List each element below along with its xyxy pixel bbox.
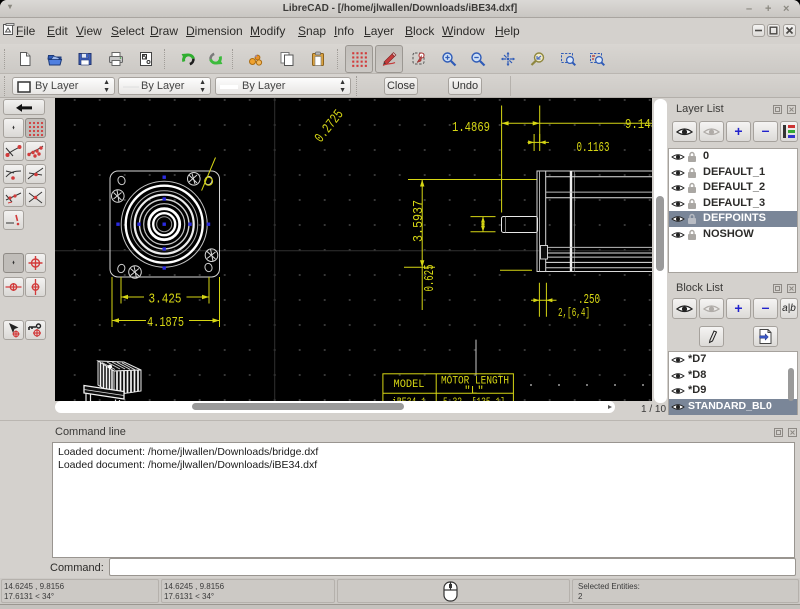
svg-text:2,[6,4]: 2,[6,4]: [558, 306, 590, 320]
svg-text:0.625: 0.625: [422, 265, 438, 292]
svg-text:1.4869: 1.4869: [452, 120, 490, 136]
svg-text:4.1875: 4.1875: [147, 315, 184, 331]
svg-text:9.143: 9.143: [625, 117, 652, 133]
svg-text:0.2725: 0.2725: [312, 107, 347, 146]
svg-text:"L": "L": [464, 386, 484, 398]
svg-text:3.425: 3.425: [149, 292, 182, 308]
svg-text:MODEL: MODEL: [394, 379, 425, 391]
svg-text:3.5937: 3.5937: [411, 200, 427, 242]
svg-text:0.1163: 0.1163: [577, 140, 610, 156]
